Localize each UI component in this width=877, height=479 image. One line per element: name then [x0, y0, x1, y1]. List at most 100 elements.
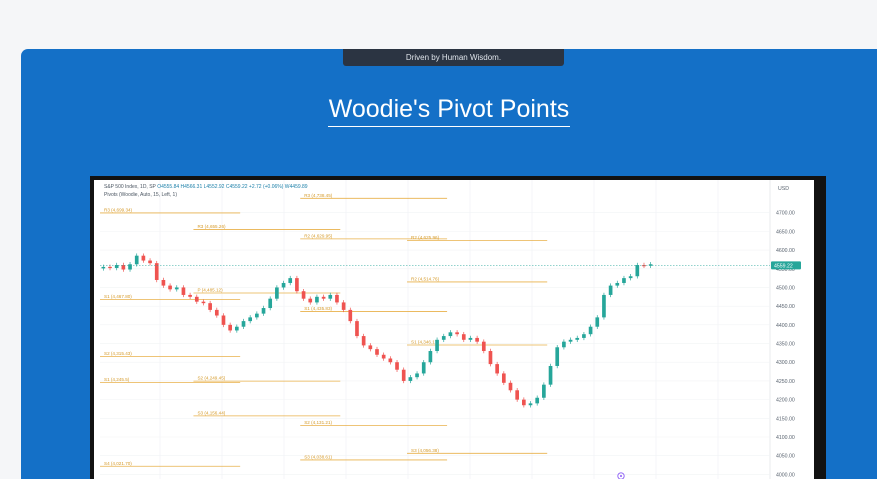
candle-body — [328, 294, 333, 299]
candle-body — [588, 326, 593, 335]
pivot-level-label: S1 (4,435.83) — [304, 306, 332, 311]
last-price-label: 4559.22 — [774, 263, 793, 269]
pivot-level-label: S2 (4,249.45) — [197, 376, 225, 381]
candle-body — [208, 303, 212, 310]
pivot-level-label: S3 (4,056.38) — [411, 448, 439, 453]
candle-body — [234, 326, 239, 331]
legend-symbol-line: S&P 500 Index, 1D, SP O4555.84 H4566.31 … — [104, 184, 308, 190]
candle-body — [301, 291, 306, 299]
candle-body — [501, 373, 506, 383]
price-axis-tick-label: 4350.00 — [776, 342, 795, 348]
candle-body — [522, 399, 526, 406]
candle-body — [188, 294, 192, 297]
replay-marker-dot — [620, 475, 622, 477]
pivot-level-label: S1 (4,245.5) — [104, 377, 130, 382]
legend-symbol: S&P 500 Index, 1D, SP — [104, 184, 156, 190]
candle-body — [628, 276, 633, 279]
candle-body — [201, 301, 206, 304]
candle-body — [488, 351, 493, 365]
candle-body — [622, 278, 626, 283]
candle-body — [481, 341, 486, 352]
candle-body — [321, 296, 326, 299]
candle-body — [555, 347, 560, 366]
candle-body — [408, 377, 413, 381]
candle-body — [148, 260, 152, 264]
pivot-level-label: R3 (4,699.34) — [104, 207, 133, 212]
price-axis-tick-label: 4050.00 — [776, 454, 795, 460]
candle-body — [174, 287, 179, 290]
candle-body — [288, 278, 293, 283]
candle-body — [508, 382, 513, 391]
chart-screenshot-frame: S&P 500 Index, 1D, SP O4555.84 H4566.31 … — [90, 176, 826, 479]
candle-body — [615, 282, 620, 286]
pivot-level-label: R2 (4,625.96) — [411, 235, 440, 240]
pivot-level-label: R3 (4,655.26) — [197, 224, 226, 229]
page-title-text: Woodie's Pivot Points — [327, 95, 571, 127]
candle-body — [121, 265, 126, 270]
price-axis-tick-label: 4200.00 — [776, 398, 795, 404]
candle-body — [415, 373, 419, 378]
candle-body — [141, 255, 146, 261]
candle-body — [441, 336, 446, 340]
candle-body — [128, 264, 132, 270]
price-axis-tick-label: 4650.00 — [776, 229, 795, 235]
candle-body — [214, 309, 219, 316]
price-axis-tick-label: 4400.00 — [776, 323, 795, 329]
candle-body — [348, 309, 353, 322]
candle-body — [295, 278, 299, 292]
legend-ohlc-values: O4555.84 H4566.31 L4552.92 C4559.22 +2.7… — [157, 184, 308, 190]
price-axis-tick-label: 4000.00 — [776, 472, 795, 478]
candle-body — [635, 265, 640, 277]
price-axis-tick-label: 4150.00 — [776, 416, 795, 422]
candle-body — [562, 341, 566, 348]
candle-body — [568, 339, 573, 342]
pivot-level-label: S4 (4,021.70) — [104, 461, 132, 466]
candle-body — [608, 285, 613, 295]
pivot-level-label: S3 (4,156.44) — [197, 410, 225, 415]
candle-body — [361, 336, 366, 346]
candle-body — [355, 321, 359, 337]
candle-body — [475, 337, 479, 342]
candle-body — [381, 354, 386, 359]
candle-body — [108, 266, 112, 269]
price-axis-tick-label: 4300.00 — [776, 360, 795, 366]
candle-body — [461, 334, 466, 340]
candle-body — [315, 296, 319, 303]
candle-body — [515, 390, 520, 400]
candle-body — [542, 384, 546, 398]
candle-body — [261, 308, 266, 314]
candle-body — [528, 403, 533, 406]
candle-body — [535, 397, 540, 404]
candle-body — [335, 294, 339, 303]
price-axis-tick-label: 4100.00 — [776, 435, 795, 441]
candle-body — [228, 324, 232, 331]
candle-body — [161, 279, 166, 286]
candle-body — [595, 317, 600, 327]
candle-body — [375, 349, 379, 355]
candle-body — [268, 298, 273, 309]
candle-body — [401, 369, 406, 381]
candle-body — [308, 298, 313, 303]
candle-body — [181, 287, 186, 295]
pivot-level-label: P (4,485.12) — [197, 288, 223, 293]
candle-body — [468, 337, 473, 340]
candlestick-chart[interactable]: USD4700.004650.004600.004550.004500.0044… — [94, 180, 814, 479]
price-axis-currency: USD — [778, 186, 789, 192]
candle-body — [168, 285, 172, 290]
candle-body — [255, 313, 259, 318]
pivot-level-label: S1 (4,346.17) — [411, 339, 439, 344]
legend-indicator: Pivots (Woodie, Auto, 15, Left, 1) — [104, 192, 178, 198]
candle-body — [248, 317, 253, 322]
tagline-banner: Driven by Human Wisdom. — [343, 49, 564, 66]
candle-body — [582, 334, 586, 338]
candle-body — [435, 339, 439, 352]
candle-body — [395, 362, 399, 370]
candle-body — [602, 294, 606, 318]
price-axis-tick-label: 4600.00 — [776, 248, 795, 254]
price-axis-tick-label: 4250.00 — [776, 379, 795, 385]
candle-body — [548, 365, 553, 385]
candle-body — [368, 345, 373, 350]
candle-body — [154, 263, 159, 280]
candle-body — [495, 364, 499, 374]
price-axis-tick-label: 4450.00 — [776, 304, 795, 310]
